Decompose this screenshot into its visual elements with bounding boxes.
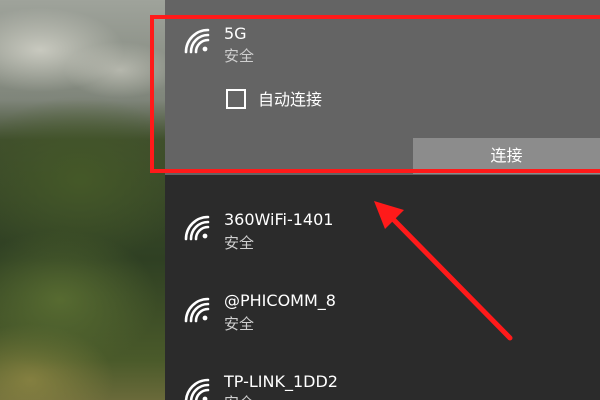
connect-button[interactable]: 连接 (413, 138, 600, 174)
auto-connect-checkbox[interactable] (226, 89, 246, 109)
desktop-background (0, 0, 165, 400)
wifi-icon (184, 297, 210, 323)
network-ssid: TP-LINK_1DD2 (224, 372, 338, 391)
network-security: 安全 (224, 47, 255, 65)
wifi-icon (184, 215, 210, 241)
network-security: 安全 (224, 234, 255, 252)
screen: 5G 安全 自动连接 连接 360WiFi-1401 安全 @PHICOMM_8… (0, 0, 600, 400)
network-ssid: 5G (224, 24, 247, 43)
network-ssid: @PHICOMM_8 (224, 291, 336, 310)
wifi-icon (184, 378, 210, 400)
wifi-icon (184, 28, 210, 54)
auto-connect-label[interactable]: 自动连接 (258, 89, 322, 111)
network-ssid: 360WiFi-1401 (224, 210, 334, 229)
network-security: 安全 (224, 393, 254, 400)
network-security: 安全 (224, 315, 255, 333)
